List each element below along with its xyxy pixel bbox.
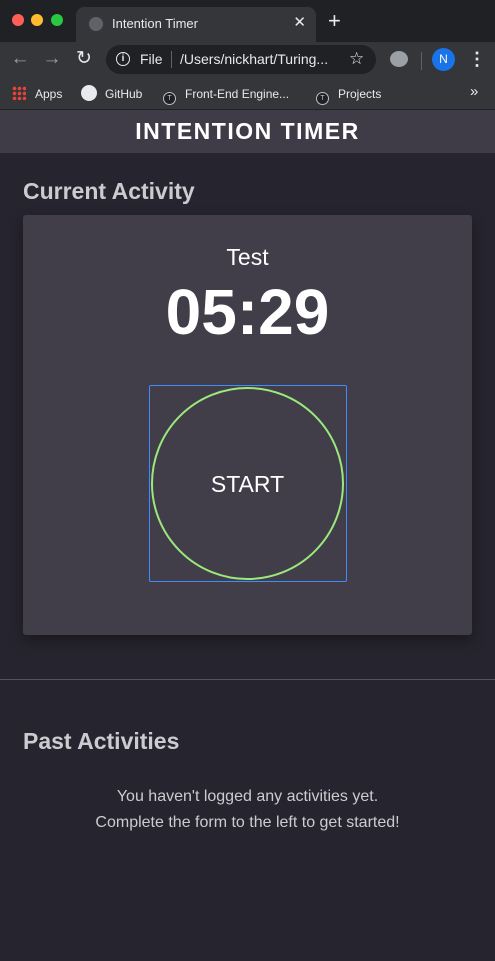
globe-icon xyxy=(89,17,103,31)
extension-icon[interactable] xyxy=(390,51,408,67)
browser-toolbar: ← → ↻ i File /Users/nickhart/Turing... ☆… xyxy=(0,42,495,78)
app-title: INTENTION TIMER xyxy=(135,118,360,144)
bookmark-github[interactable]: GitHub xyxy=(81,84,142,104)
turing-icon: T xyxy=(316,92,329,105)
turing-icon: T xyxy=(163,92,176,105)
kebab-menu-icon[interactable]: ⋮ xyxy=(468,46,486,72)
toolbar-divider xyxy=(421,52,422,70)
bookmark-label: Projects xyxy=(338,87,382,101)
forward-arrow-icon[interactable]: → xyxy=(40,47,64,71)
browser-tab-active[interactable]: Intention Timer ✕ xyxy=(76,7,316,42)
github-icon xyxy=(81,85,97,101)
bookmark-star-icon[interactable]: ☆ xyxy=(349,49,364,69)
start-button-label: START xyxy=(210,471,285,497)
new-tab-button[interactable]: + xyxy=(328,9,341,33)
tab-title: Intention Timer xyxy=(112,16,198,31)
bookmark-projects[interactable]: T Projects xyxy=(316,84,382,105)
reload-icon[interactable]: ↻ xyxy=(72,47,96,71)
activity-name: Test xyxy=(226,244,269,270)
back-arrow-icon[interactable]: ← xyxy=(8,47,32,71)
bookmark-apps[interactable]: Apps xyxy=(12,84,62,104)
close-window-button[interactable] xyxy=(12,14,24,26)
bookmarks-bar: Apps GitHub T Front-End Engine... T Projec… xyxy=(0,78,495,110)
address-separator xyxy=(171,51,172,68)
tab-close-icon[interactable]: ✕ xyxy=(293,13,306,33)
bookmark-label: Apps xyxy=(35,87,63,101)
empty-state-message: You haven't logged any activities yet. xyxy=(116,788,379,805)
countdown-timer: 05:29 xyxy=(165,276,330,348)
address-scheme: File xyxy=(140,51,163,67)
maximize-window-button[interactable] xyxy=(51,14,63,26)
address-url[interactable]: /Users/nickhart/Turing... xyxy=(180,51,328,67)
bookmark-front-end[interactable]: T Front-End Engine... xyxy=(163,84,290,105)
current-activity-heading: Current Activity xyxy=(23,178,195,204)
past-activities-heading: Past Activities xyxy=(23,728,180,754)
profile-avatar[interactable]: N xyxy=(432,48,455,71)
empty-state-hint: Complete the form to the left to get sta… xyxy=(95,814,400,831)
address-bar[interactable]: i File /Users/nickhart/Turing... ☆ xyxy=(106,45,376,74)
minimize-window-button[interactable] xyxy=(31,14,43,26)
timer-card: Test 05:29 START xyxy=(23,215,472,635)
bookmarks-overflow-icon[interactable]: » xyxy=(470,83,478,100)
browser-tabstrip: Intention Timer ✕ + xyxy=(0,0,495,42)
info-icon[interactable]: i xyxy=(116,52,130,66)
section-divider xyxy=(0,679,495,680)
app-header: INTENTION TIMER xyxy=(0,110,495,153)
apps-grid-icon xyxy=(12,86,26,100)
bookmark-label: GitHub xyxy=(105,87,143,101)
start-button[interactable]: START xyxy=(149,385,347,582)
bookmark-label: Front-End Engine... xyxy=(185,87,290,101)
